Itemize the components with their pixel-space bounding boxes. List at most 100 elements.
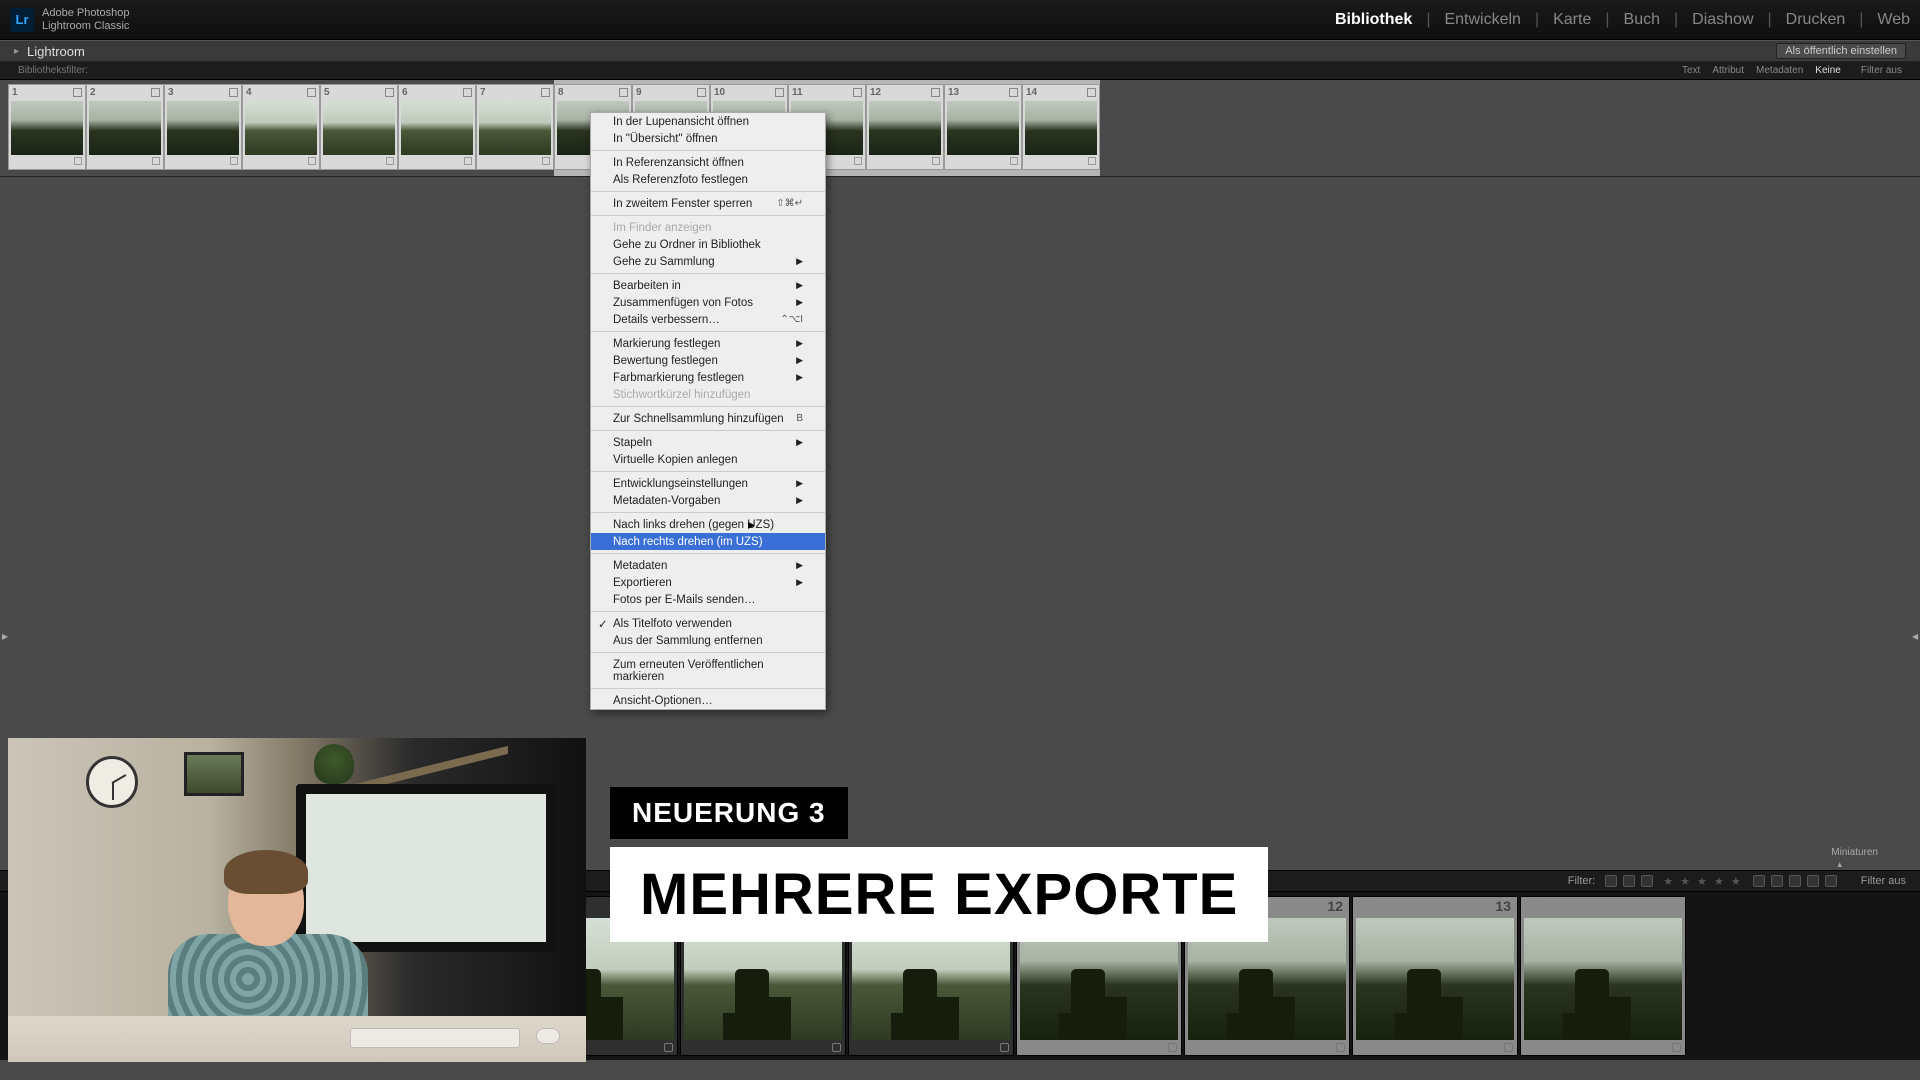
thumb-image[interactable] [401, 101, 473, 155]
grid-thumb[interactable]: 6 [398, 84, 476, 170]
menu-item[interactable]: In der Lupenansicht öffnen [591, 113, 825, 130]
filter-none[interactable]: Keine [1815, 65, 1841, 76]
grid-thumb[interactable]: 12 [866, 84, 944, 170]
menu-item[interactable]: Aus der Sammlung entfernen [591, 632, 825, 649]
menu-item[interactable]: Entwicklungseinstellungen▶ [591, 475, 825, 492]
filter-metadata[interactable]: Metadaten [1756, 65, 1803, 76]
flag-filters[interactable] [1605, 875, 1653, 887]
grid-thumb[interactable]: 14 [1022, 84, 1100, 170]
module-karte[interactable]: Karte [1553, 11, 1591, 29]
menu-item[interactable]: Bewertung festlegen▶ [591, 352, 825, 369]
filmstrip-thumb[interactable]: 13 [1352, 896, 1518, 1056]
menu-item[interactable]: Metadaten-Vorgaben▶ [591, 492, 825, 509]
thumb-image[interactable] [947, 101, 1019, 155]
menu-item[interactable]: Gehe zu Sammlung▶ [591, 253, 825, 270]
menu-item[interactable]: In "Übersicht" öffnen [591, 130, 825, 147]
filter-attribute[interactable]: Attribut [1712, 65, 1744, 76]
menu-item[interactable]: Zum erneuten Veröffentlichen markieren [591, 656, 825, 685]
thumb-badge-icon [854, 157, 862, 165]
module-web[interactable]: Web [1877, 11, 1910, 29]
module-diashow[interactable]: Diashow [1692, 11, 1753, 29]
rating-filter[interactable]: ★ ★ ★ ★ ★ [1663, 875, 1743, 888]
badge-icon [697, 88, 706, 97]
menu-item[interactable]: In zweitem Fenster sperren⇧⌘↵ [591, 195, 825, 212]
filter-preset[interactable]: Filter aus [1861, 65, 1902, 76]
filter-preset-bottom[interactable]: Filter aus [1861, 875, 1906, 887]
filmstrip-thumb[interactable] [1520, 896, 1686, 1056]
menu-item[interactable]: Fotos per E-Mails senden… [591, 591, 825, 608]
collection-name: Lightroom [27, 44, 85, 59]
menu-item[interactable]: Markierung festlegen▶ [591, 335, 825, 352]
module-buch[interactable]: Buch [1624, 11, 1660, 29]
left-panel-toggle-icon[interactable]: ▸ [2, 629, 8, 643]
menu-item[interactable]: Details verbessern…⌃⌥I [591, 311, 825, 328]
menu-item[interactable]: In Referenzansicht öffnen [591, 154, 825, 171]
menu-item[interactable]: Zusammenfügen von Fotos▶ [591, 294, 825, 311]
mouse [536, 1028, 560, 1044]
thumb-image[interactable] [869, 101, 941, 155]
keyboard [350, 1028, 520, 1048]
menu-item[interactable]: Nach rechts drehen (im UZS) [591, 533, 825, 550]
menu-item[interactable]: Exportieren▶ [591, 574, 825, 591]
grid-thumb[interactable]: 7 [476, 84, 554, 170]
menu-separator [591, 215, 825, 216]
menu-separator [591, 331, 825, 332]
thumb-image[interactable] [323, 101, 395, 155]
badge-icon [307, 88, 316, 97]
module-bibliothek[interactable]: Bibliothek [1335, 11, 1412, 29]
overlay-badge: NEUERUNG 3 [610, 787, 848, 839]
thumb-index: 4 [246, 87, 252, 98]
grid-thumb[interactable]: 5 [320, 84, 398, 170]
submenu-arrow-icon: ▶ [796, 560, 803, 571]
module-drucken[interactable]: Drucken [1786, 11, 1846, 29]
menu-item[interactable]: Farbmarkierung festlegen▶ [591, 369, 825, 386]
thumb-image[interactable] [11, 101, 83, 155]
thumb-image[interactable] [479, 101, 551, 155]
filter-label: Bibliotheksfilter: [18, 65, 88, 76]
grid-thumb[interactable]: 3 [164, 84, 242, 170]
badge-icon [1009, 88, 1018, 97]
thumb-image[interactable] [245, 101, 317, 155]
menu-item[interactable]: Gehe zu Ordner in Bibliothek [591, 236, 825, 253]
color-filters[interactable] [1753, 875, 1837, 887]
vendor-label: Adobe Photoshop [42, 7, 129, 19]
grid-view[interactable]: 1234567891011121314 [0, 80, 1920, 177]
thumbnails-size-icon[interactable]: ▴ [1837, 859, 1842, 870]
menu-item[interactable]: Nach links drehen (gegen UZS) [591, 516, 825, 533]
thumb-image[interactable] [167, 101, 239, 155]
right-panel-toggle-icon[interactable]: ◂ [1912, 629, 1918, 643]
thumb-image[interactable] [1356, 918, 1514, 1040]
thumb-image[interactable] [1025, 101, 1097, 155]
thumb-badge-icon [308, 157, 316, 165]
menu-item-label: Zum erneuten Veröffentlichen markieren [613, 659, 803, 683]
module-entwickeln[interactable]: Entwickeln [1444, 11, 1520, 29]
submenu-arrow-icon: ▶ [796, 372, 803, 383]
badge-icon [1087, 88, 1096, 97]
grid-thumb[interactable]: 4 [242, 84, 320, 170]
menu-item[interactable]: Als Referenzfoto festlegen [591, 171, 825, 188]
menu-item[interactable]: ✓Als Titelfoto verwenden [591, 615, 825, 632]
menu-separator [591, 688, 825, 689]
menu-shortcut: B [796, 413, 803, 424]
make-public-button[interactable]: Als öffentlich einstellen [1776, 43, 1906, 59]
grid-thumb[interactable]: 13 [944, 84, 1022, 170]
menu-item[interactable]: Stapeln▶ [591, 434, 825, 451]
menu-item[interactable]: Zur Schnellsammlung hinzufügenB [591, 410, 825, 427]
panel-toggle-icon[interactable]: ▸ [14, 46, 19, 57]
menu-item[interactable]: Bearbeiten in▶ [591, 277, 825, 294]
menu-item-label: Ansicht-Optionen… [613, 695, 713, 707]
menu-item-label: Bearbeiten in [613, 280, 681, 292]
thumb-index: 5 [324, 87, 330, 98]
menu-item: Stichwortkürzel hinzufügen [591, 386, 825, 403]
filter-text[interactable]: Text [1682, 65, 1700, 76]
thumb-image[interactable] [1524, 918, 1682, 1040]
menu-item[interactable]: Virtuelle Kopien anlegen [591, 451, 825, 468]
badge-icon [853, 88, 862, 97]
grid-thumb[interactable]: 1 [8, 84, 86, 170]
thumb-image[interactable] [89, 101, 161, 155]
menu-item[interactable]: Metadaten▶ [591, 557, 825, 574]
menu-item[interactable]: Ansicht-Optionen… [591, 692, 825, 709]
menu-shortcut: ⇧⌘↵ [776, 198, 803, 209]
grid-thumb[interactable]: 2 [86, 84, 164, 170]
menu-item-label: Entwicklungseinstellungen [613, 478, 748, 490]
